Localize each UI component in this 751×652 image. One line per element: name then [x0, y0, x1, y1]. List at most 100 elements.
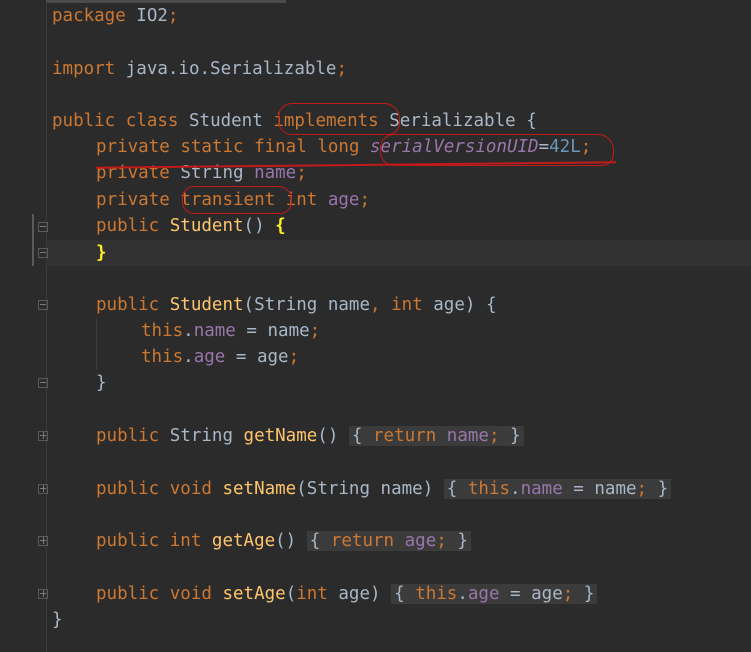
- code-line-package[interactable]: package IO2;: [52, 3, 178, 29]
- keyword: implements: [273, 111, 379, 131]
- gutter-divider: [46, 0, 47, 652]
- keyword: transient: [180, 190, 276, 210]
- keyword: return: [330, 531, 395, 551]
- paren: ): [422, 479, 434, 499]
- paren: (: [296, 479, 307, 499]
- code-line-assign-name[interactable]: this.name = name;: [141, 318, 320, 344]
- keyword: return: [373, 426, 437, 446]
- field-name: name: [520, 479, 563, 499]
- keyword: import: [52, 59, 116, 79]
- brace: }: [96, 373, 107, 393]
- expand-fold-icon[interactable]: [38, 484, 48, 494]
- code-line-age-field[interactable]: private transient int age;: [96, 187, 370, 213]
- current-line-highlight: [47, 240, 751, 266]
- keyword: public: [96, 479, 160, 499]
- param-name: name: [594, 479, 637, 499]
- method-name: setName: [222, 479, 297, 499]
- paren: (: [243, 295, 255, 315]
- semicolon: ;: [636, 479, 648, 499]
- semicolon: ;: [288, 347, 300, 367]
- keyword: long: [317, 137, 360, 157]
- operator: =: [573, 479, 584, 499]
- expand-fold-icon[interactable]: [38, 536, 48, 546]
- method-name: getName: [243, 426, 318, 446]
- keyword: int: [391, 295, 423, 315]
- keyword: class: [125, 111, 179, 131]
- code-line-class-decl[interactable]: public class Student implements Serializ…: [52, 108, 537, 134]
- matched-brace: {: [275, 216, 286, 236]
- package-name: IO2: [125, 6, 168, 26]
- brace: {: [309, 531, 321, 551]
- dot: .: [510, 479, 521, 499]
- folded-body[interactable]: { this.name = name; }: [443, 479, 672, 499]
- paren: ): [370, 584, 381, 604]
- param-name: age: [531, 584, 563, 604]
- keyword: this: [141, 321, 184, 341]
- indent-guide: [96, 318, 97, 370]
- brace: {: [351, 426, 363, 446]
- semicolon: ;: [336, 59, 348, 79]
- keyword: private: [96, 137, 170, 157]
- operator: =: [510, 584, 521, 604]
- keyword: void: [169, 479, 212, 499]
- keyword: public: [52, 111, 116, 131]
- keyword: static: [180, 137, 244, 157]
- param-name: age: [338, 584, 370, 604]
- code-line-class-close[interactable]: }: [52, 607, 63, 633]
- brace: }: [52, 610, 63, 630]
- field-name: age: [404, 531, 437, 551]
- keyword: private: [96, 190, 170, 210]
- operator: =: [235, 347, 247, 367]
- matched-brace: }: [96, 243, 107, 263]
- code-line-param-ctor[interactable]: public Student(String name, int age) {: [96, 292, 497, 318]
- keyword: public: [96, 584, 160, 604]
- parens: (): [243, 216, 265, 236]
- keyword: public: [96, 216, 160, 236]
- brace: }: [457, 531, 468, 551]
- dot: .: [457, 584, 468, 604]
- code-line-default-ctor[interactable]: public Student() {: [96, 213, 286, 239]
- field-name: name: [193, 321, 236, 341]
- paren: (: [285, 584, 297, 604]
- code-line-assign-age[interactable]: this.age = age;: [141, 344, 299, 370]
- code-line-getname[interactable]: public String getName() { return name; }: [96, 423, 524, 449]
- code-line-ctor2-close[interactable]: }: [96, 370, 107, 396]
- code-line-import[interactable]: import java.io.Serializable;: [52, 56, 347, 82]
- editor-gutter: [0, 0, 46, 652]
- field-name: age: [467, 584, 500, 604]
- brace: {: [526, 111, 537, 131]
- number-literal: 42L: [549, 137, 581, 157]
- fold-toggle-icon[interactable]: [38, 222, 48, 232]
- method-name: Student: [169, 216, 244, 236]
- keyword: public: [96, 531, 160, 551]
- folded-body[interactable]: { return age; }: [306, 531, 471, 551]
- fold-toggle-icon[interactable]: [38, 378, 48, 388]
- keyword: this: [415, 584, 458, 604]
- class-name: Student: [189, 111, 263, 131]
- fold-toggle-icon[interactable]: [38, 248, 48, 258]
- dot: .: [183, 347, 194, 367]
- parens: (): [317, 426, 339, 446]
- folded-body[interactable]: { return name; }: [348, 426, 524, 446]
- expand-fold-icon[interactable]: [38, 589, 48, 599]
- fold-toggle-icon[interactable]: [38, 300, 48, 310]
- field-name: age: [193, 347, 226, 367]
- static-field-name: serialVersionUID: [370, 137, 539, 157]
- code-line-serial[interactable]: private static final long serialVersionU…: [96, 134, 591, 160]
- code-line-getage[interactable]: public int getAge() { return age; }: [96, 528, 471, 554]
- code-line-setname[interactable]: public void setName(String name) { this.…: [96, 476, 672, 502]
- operator: =: [246, 321, 257, 341]
- semicolon: ;: [580, 137, 592, 157]
- dot: .: [183, 321, 194, 341]
- brace: {: [485, 295, 497, 315]
- param-name: name: [380, 479, 423, 499]
- param-name: age: [256, 347, 289, 367]
- method-name: getAge: [211, 531, 276, 551]
- expand-fold-icon[interactable]: [38, 431, 48, 441]
- brace: }: [657, 479, 669, 499]
- code-line-ctor-close[interactable]: }: [96, 240, 107, 266]
- type-name: String: [306, 479, 370, 499]
- semicolon: ;: [436, 531, 447, 551]
- folded-body[interactable]: { this.age = age; }: [391, 584, 598, 604]
- code-line-setage[interactable]: public void setAge(int age) { this.age =…: [96, 581, 598, 607]
